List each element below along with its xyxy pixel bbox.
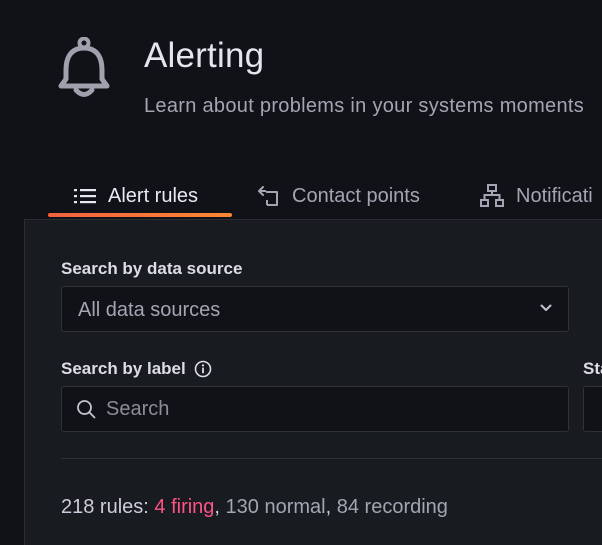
normal-count: 130 normal xyxy=(225,496,326,518)
search-icon xyxy=(77,400,96,419)
datasource-select[interactable]: All data sources xyxy=(61,286,569,332)
page-title: Alerting xyxy=(144,36,265,75)
alerting-page: Alerting Learn about problems in your sy… xyxy=(0,0,602,545)
tab-notification-policies[interactable]: Notificati xyxy=(480,176,593,216)
sitemap-icon xyxy=(480,184,504,207)
tab-label: Contact points xyxy=(292,184,420,207)
divider xyxy=(61,458,602,459)
active-tab-indicator xyxy=(48,213,232,217)
label-search-input[interactable] xyxy=(106,397,546,421)
rules-summary: 218 rules: 4 firing, 130 normal, 84 reco… xyxy=(61,496,448,519)
recording-count: 84 recording xyxy=(336,496,448,518)
rules-count: 218 rules: xyxy=(61,496,155,518)
datasource-select-value: All data sources xyxy=(78,299,221,321)
summary-separator: , xyxy=(325,496,337,518)
label-filter-heading: Search by label xyxy=(61,359,212,379)
contact-points-icon xyxy=(258,186,278,206)
firing-count: 4 firing xyxy=(154,496,215,518)
tab-contact-points[interactable]: Contact points xyxy=(258,176,420,216)
summary-separator: , xyxy=(214,496,226,518)
bell-icon xyxy=(58,37,110,97)
page-subtitle: Learn about problems in your systems mom… xyxy=(144,95,585,117)
label-filter-label: Search by label xyxy=(61,359,186,378)
list-icon xyxy=(74,189,96,204)
state-filter-field[interactable] xyxy=(583,386,602,432)
chevron-down-icon xyxy=(540,304,552,311)
tab-label: Alert rules xyxy=(108,184,199,207)
info-icon[interactable] xyxy=(194,360,212,378)
tab-alert-rules[interactable]: Alert rules xyxy=(74,176,198,216)
datasource-filter-label: Search by data source xyxy=(61,259,243,278)
tab-label: Notificati xyxy=(516,184,593,207)
label-search-field[interactable] xyxy=(61,386,569,432)
state-filter-label: Sta xyxy=(583,359,602,378)
